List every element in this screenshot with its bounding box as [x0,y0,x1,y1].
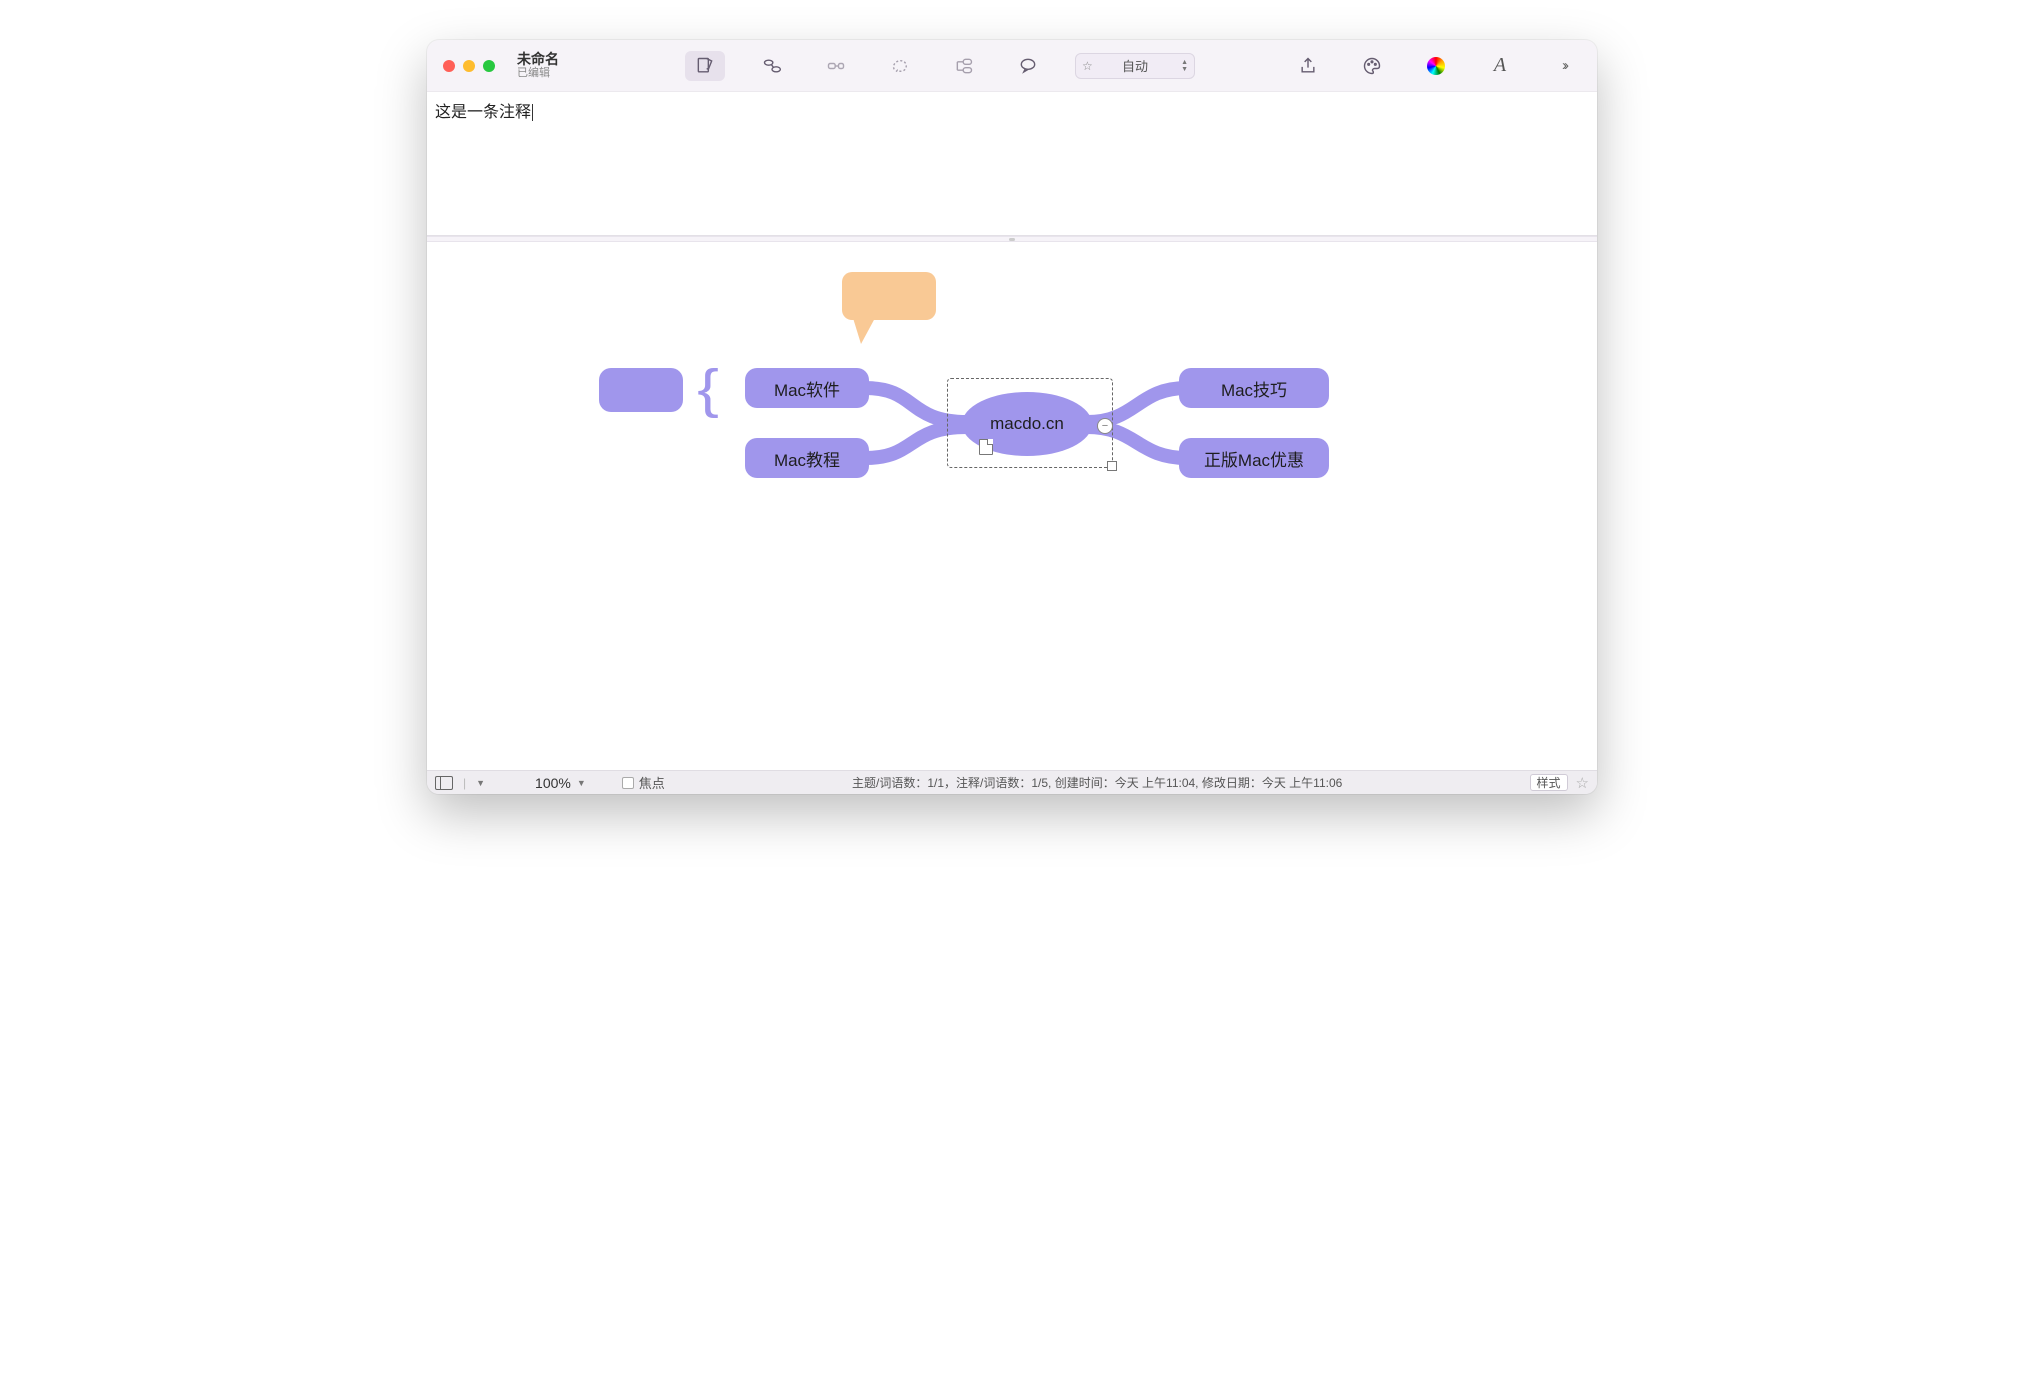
toolbar-right: A ›› [1291,51,1581,81]
callout-tail [853,318,875,344]
layout-select[interactable]: ☆ 自动 ▲▼ [1075,53,1195,79]
focus-label: 焦点 [639,773,665,792]
separator: | [463,776,466,790]
node-mac-tutorial[interactable]: Mac教程 [745,438,869,478]
mindmap-canvas[interactable]: { Mac软件 Mac教程 macdo.cn − Mac技巧 正版Mac优惠 [427,242,1597,770]
sidebar-toggle-button[interactable] [435,776,453,790]
color-wheel-icon [1427,57,1445,75]
zoom-value: 100% [535,775,571,791]
note-editor[interactable]: 这是一条注释 [427,92,1597,236]
chevrons-right-icon: ›› [1562,57,1566,74]
status-info: 主题/词语数：1/1，注释/词语数：1/5, 创建时间：今天 上午11:04, … [675,774,1520,791]
window-title-block: 未命名 已编辑 [517,51,559,80]
fullscreen-window-button[interactable] [483,60,495,72]
app-window: 未命名 已编辑 ☆ 自动 [427,40,1597,794]
layout-select-label: 自动 [1122,56,1148,75]
color-picker-button[interactable] [1419,51,1453,81]
window-subtitle: 已编辑 [517,67,559,80]
minimize-window-button[interactable] [463,60,475,72]
palette-button[interactable] [1355,51,1389,81]
status-bar: | ▼ 100% ▼ 焦点 主题/词语数：1/1，注释/词语数：1/5, 创建时… [427,770,1597,794]
add-child-button[interactable] [755,51,789,81]
callout-bubble[interactable] [842,272,936,320]
callout-tool-button[interactable] [1011,51,1045,81]
traffic-lights [443,60,495,72]
stepper-arrows-icon: ▲▼ [1181,59,1188,73]
chevron-down-icon: ▼ [577,778,586,788]
star-icon: ☆ [1082,59,1093,73]
close-window-button[interactable] [443,60,455,72]
note-text: 这是一条注释 [435,104,533,121]
toolbar: 未命名 已编辑 ☆ 自动 [427,40,1597,92]
node-mac-tips[interactable]: Mac技巧 [1179,368,1329,408]
group-tool-button[interactable] [947,51,981,81]
favorite-star-icon[interactable]: ☆ [1576,774,1589,792]
node-mac-deals[interactable]: 正版Mac优惠 [1179,438,1329,478]
connectors [427,242,1597,770]
node-mac-software[interactable]: Mac软件 [745,368,869,408]
note-tool-button[interactable] [685,51,725,81]
resize-handle[interactable] [1107,461,1117,471]
status-right: 样式 ☆ [1530,774,1589,792]
font-button[interactable]: A [1483,51,1517,81]
style-button[interactable]: 样式 [1530,774,1568,791]
add-sibling-button[interactable] [819,51,853,81]
focus-toggle[interactable]: 焦点 [622,773,665,792]
share-button[interactable] [1291,51,1325,81]
window-title: 未命名 [517,51,559,67]
toolbar-center: ☆ 自动 ▲▼ [685,51,1195,81]
brace-icon: { [697,358,719,420]
chevron-down-icon[interactable]: ▼ [476,778,485,788]
focus-checkbox[interactable] [622,777,634,789]
empty-node[interactable] [599,368,683,412]
zoom-control[interactable]: 100% ▼ [535,775,586,791]
lasso-tool-button[interactable] [883,51,917,81]
status-left: | ▼ [435,776,485,790]
collapse-toggle[interactable]: − [1097,418,1113,434]
note-attachment-icon[interactable] [979,439,993,455]
more-tools-button[interactable]: ›› [1547,51,1581,81]
